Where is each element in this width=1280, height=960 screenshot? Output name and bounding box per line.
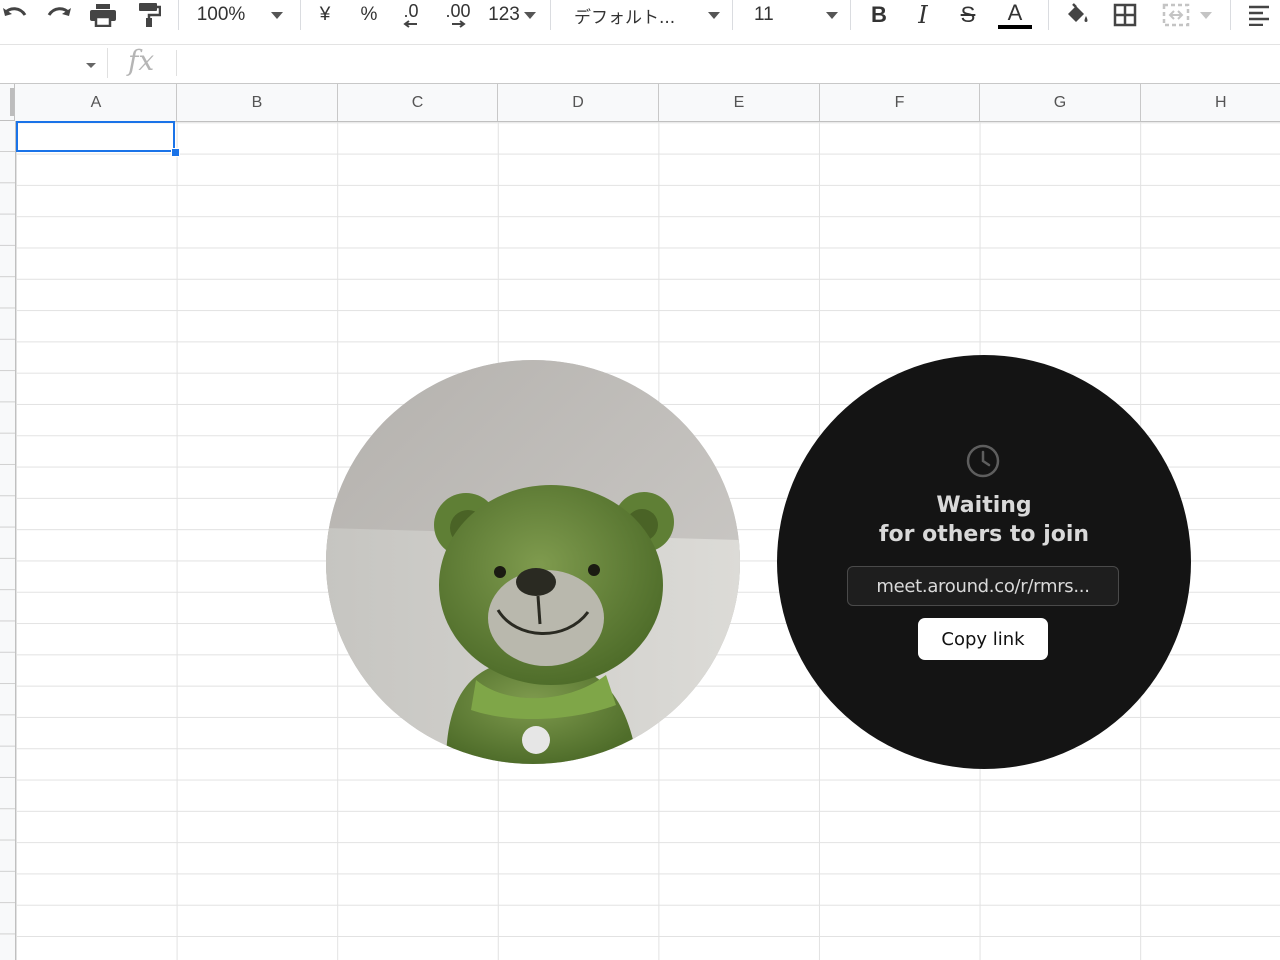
freeze-handle[interactable] xyxy=(10,88,14,116)
column-header-a[interactable]: A xyxy=(16,84,177,121)
undo-icon xyxy=(3,7,27,16)
chevron-down-icon xyxy=(1200,11,1212,19)
paint-bucket-icon xyxy=(1068,3,1088,22)
strikethrough-button[interactable]: S xyxy=(955,0,981,30)
increase-decimal-button[interactable]: .00 xyxy=(440,0,476,30)
formula-bar-separator xyxy=(176,50,177,76)
fill-color-button[interactable] xyxy=(1062,0,1092,30)
column-header-h[interactable]: H xyxy=(1141,84,1280,121)
call-waiting-panel: Waiting for others to join meet.around.c… xyxy=(777,355,1191,769)
meeting-link-field[interactable]: meet.around.co/r/rmrs... xyxy=(847,566,1119,606)
align-left-icon xyxy=(1249,5,1269,26)
copy-link-button[interactable]: Copy link xyxy=(918,618,1048,660)
number-format-select[interactable]: 123 xyxy=(486,0,538,30)
toolbar-separator xyxy=(178,0,179,30)
font-family-select[interactable]: デフォルト... xyxy=(574,0,720,30)
column-header-c[interactable]: C xyxy=(338,84,498,121)
print-icon xyxy=(90,4,116,27)
teddy-bear-video-image xyxy=(326,360,740,764)
redo-icon xyxy=(47,7,71,16)
percent-format-button[interactable]: % xyxy=(356,0,382,30)
font-size-select[interactable]: 11 xyxy=(754,0,838,30)
row-header-lines xyxy=(0,121,15,960)
toolbar: 100% ¥ % .0 .00 123 デフォルト... 11 B I S A xyxy=(0,0,1280,45)
text-color-swatch xyxy=(998,25,1032,29)
print-button[interactable] xyxy=(88,0,118,30)
undo-button[interactable] xyxy=(0,0,30,30)
merge-cells-button[interactable] xyxy=(1156,0,1218,30)
currency-format-button[interactable]: ¥ xyxy=(312,0,338,30)
toolbar-separator xyxy=(550,0,551,30)
zoom-select[interactable]: 100% xyxy=(190,0,290,30)
text-color-button[interactable]: A xyxy=(998,0,1032,30)
italic-button[interactable]: I xyxy=(910,0,936,30)
borders-icon xyxy=(1113,3,1137,27)
camera-video-bubble[interactable] xyxy=(326,360,740,764)
column-header-g[interactable]: G xyxy=(980,84,1141,121)
column-header-b[interactable]: B xyxy=(177,84,338,121)
chevron-down-icon[interactable] xyxy=(86,63,96,68)
formula-bar xyxy=(0,45,1280,84)
chevron-down-icon xyxy=(523,11,536,19)
column-header-d[interactable]: D xyxy=(498,84,659,121)
arrow-right-icon xyxy=(452,20,466,28)
column-header-f[interactable]: F xyxy=(820,84,980,121)
toolbar-separator xyxy=(300,0,301,30)
column-header-e[interactable]: E xyxy=(659,84,820,121)
horizontal-align-button[interactable] xyxy=(1244,0,1274,30)
chevron-down-icon xyxy=(271,11,284,19)
toolbar-separator xyxy=(1048,0,1049,30)
waiting-message: Waiting for others to join xyxy=(777,491,1191,549)
borders-button[interactable] xyxy=(1110,0,1140,30)
font-family-value: デフォルト... xyxy=(574,7,676,28)
decrease-decimal-button[interactable]: .0 xyxy=(396,0,426,30)
column-header: A B C D E F G H xyxy=(0,84,1280,122)
clock-icon xyxy=(966,444,1000,478)
toolbar-separator xyxy=(732,0,733,30)
merge-cells-icon xyxy=(1162,3,1190,27)
increase-decimal-label: .00 xyxy=(445,1,471,21)
waiting-line-2: for others to join xyxy=(878,522,1090,547)
formula-bar-separator xyxy=(107,48,108,78)
fill-handle[interactable] xyxy=(171,148,180,157)
fx-icon: fx xyxy=(128,44,155,77)
toolbar-separator xyxy=(850,0,851,30)
number-format-label: 123 xyxy=(488,4,520,25)
redo-button[interactable] xyxy=(44,0,74,30)
selected-cell-a1[interactable] xyxy=(16,121,175,152)
paint-format-button[interactable] xyxy=(134,0,164,30)
formula-input[interactable] xyxy=(190,49,1270,79)
chevron-down-icon xyxy=(826,11,838,19)
bold-button[interactable]: B xyxy=(866,0,892,30)
chevron-down-icon xyxy=(708,11,720,19)
zoom-value: 100% xyxy=(196,4,246,25)
waiting-line-1: Waiting xyxy=(936,493,1032,518)
decrease-decimal-label: .0 xyxy=(403,1,419,21)
paint-format-icon xyxy=(139,3,161,27)
toolbar-separator xyxy=(1230,0,1231,30)
arrow-left-icon xyxy=(403,20,417,28)
text-color-label: A xyxy=(1007,0,1023,25)
font-size-value: 11 xyxy=(754,4,774,25)
